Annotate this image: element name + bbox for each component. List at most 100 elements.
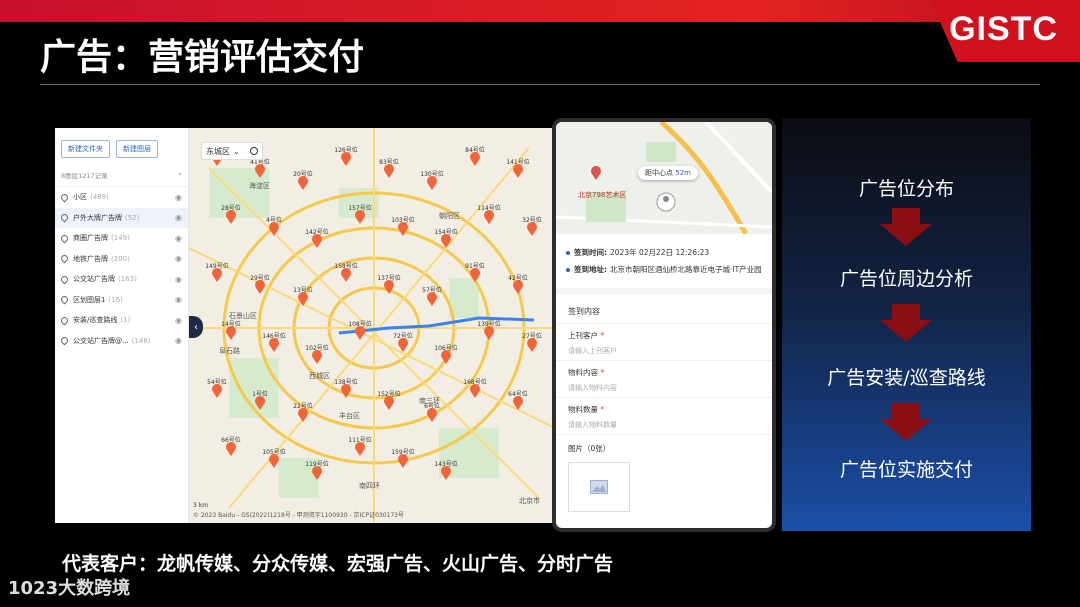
- watermark: 1023大数跨境: [8, 578, 131, 599]
- map-marker[interactable]: 130号位: [420, 170, 444, 190]
- map-marker[interactable]: 54号位: [207, 378, 227, 398]
- marker-pin-icon: [341, 152, 351, 166]
- map-marker[interactable]: 27号位: [522, 332, 542, 352]
- layer-count: (149): [111, 234, 130, 243]
- field-label: 上刊客户 *: [568, 331, 605, 340]
- field-label: 物料数量 *: [568, 405, 605, 414]
- phone-screen: 距中心点 52m 北京798艺术区 签到时间: 2023年 02月22日 12:…: [556, 122, 772, 528]
- map-marker[interactable]: 42号位: [508, 274, 528, 294]
- marker-pin-icon: [427, 176, 437, 190]
- district-label: 石景山区: [229, 311, 257, 320]
- map-marker[interactable]: 126号位: [334, 146, 358, 166]
- eye-icon[interactable]: ◉: [175, 213, 182, 222]
- flow-step-1: 广告位分布: [858, 178, 954, 200]
- top-banner: [0, 0, 1080, 22]
- brand-logo: GISTC: [949, 10, 1058, 48]
- marker-pin-icon: [427, 292, 437, 306]
- marker-pin-icon: [312, 234, 322, 248]
- map-marker[interactable]: 152号位: [377, 390, 401, 410]
- map-marker[interactable]: 139号位: [477, 320, 501, 340]
- map-marker[interactable]: 66号位: [221, 436, 241, 456]
- map-marker[interactable]: 57号位: [422, 286, 442, 306]
- phone-frame: 距中心点 52m 北京798艺术区 签到时间: 2023年 02月22日 12:…: [552, 118, 776, 532]
- checkin-address-row: 签到地址: 北京市朝阳区酒仙桥北路靠近电子城·IT产业园: [566, 263, 762, 276]
- distance-label: 距中心点: [645, 169, 673, 177]
- district-select-value: 东城区: [206, 146, 230, 156]
- field-input[interactable]: 请输入上刊客户: [568, 346, 760, 356]
- marker-pin-icon: [484, 210, 494, 224]
- new-layer-button[interactable]: 新建图层: [116, 140, 158, 158]
- search-icon[interactable]: [250, 147, 258, 155]
- map-marker[interactable]: 102号位: [305, 344, 329, 364]
- flow-step-3: 广告安装/巡查路线: [827, 367, 986, 389]
- map-marker[interactable]: 114号位: [477, 204, 501, 224]
- eye-icon[interactable]: ◉: [175, 275, 182, 284]
- eye-icon[interactable]: ◉: [175, 336, 182, 345]
- map-marker[interactable]: 32号位: [522, 216, 542, 236]
- layer-label: 区划图层1: [73, 295, 106, 304]
- marker-pin-icon: [212, 268, 222, 282]
- layer-item[interactable]: 商圈广告牌 (149) ◉: [55, 228, 188, 249]
- map-marker[interactable]: 149号位: [205, 262, 229, 282]
- eye-icon[interactable]: ◉: [175, 193, 182, 202]
- map-copyright: © 2023 Baidu - GS(2022)1218号 - 甲测资字11009…: [193, 512, 404, 519]
- map-marker[interactable]: 20号位: [293, 170, 313, 190]
- map-marker[interactable]: 13号位: [293, 286, 313, 306]
- layer-item[interactable]: 公交站广告牌@... (148) ◉: [55, 331, 188, 352]
- clients-line: 代表客户：龙帆传媒、分众传媒、宏强广告、火山广告、分时广告: [62, 553, 614, 575]
- map-marker[interactable]: 158号位: [334, 262, 358, 282]
- map-marker[interactable]: 137号位: [377, 274, 401, 294]
- field-input[interactable]: 请输入物料内容: [568, 383, 760, 393]
- eye-icon[interactable]: ◉: [175, 234, 182, 243]
- marker-pin-icon: [355, 442, 365, 456]
- map-marker[interactable]: 83号位: [379, 158, 399, 178]
- distance-value: 52m: [675, 169, 691, 177]
- layer-item[interactable]: 户外大牌广告牌 (52) ◉: [55, 207, 188, 228]
- image-icon: [590, 480, 608, 494]
- marker-pin-icon: [427, 408, 437, 422]
- field-input[interactable]: 请输入物料数量: [568, 420, 760, 430]
- map-marker[interactable]: 84号位: [465, 146, 485, 166]
- map-marker[interactable]: 106号位: [434, 344, 458, 364]
- layer-count-text: 8图层1217记录: [61, 172, 108, 180]
- flow-step-2: 广告位周边分析: [839, 268, 973, 290]
- marker-pin-icon: [269, 338, 279, 352]
- map-drawing: 19号位41号位20号位126号位83号位130号位84号位141号位28号位4…: [189, 128, 555, 523]
- layer-item[interactable]: 安装/巡查路线 (1) ◉: [55, 310, 188, 331]
- new-folder-button[interactable]: 新建文件夹: [61, 140, 110, 158]
- eye-icon[interactable]: ◉: [175, 254, 182, 263]
- layer-label: 安装/巡查路线: [73, 316, 118, 325]
- marker-pin-icon: [226, 442, 236, 456]
- eye-icon[interactable]: ◉: [175, 295, 182, 304]
- form-field: 上刊客户 * 请输入上刊客户: [556, 324, 772, 361]
- layer-item[interactable]: 公交站广告牌 (163) ◉: [55, 269, 188, 290]
- checkin-info: 签到时间: 2023年 02月22日 12:26:23 签到地址: 北京市朝阳区…: [556, 234, 772, 294]
- map-marker[interactable]: 146号位: [262, 332, 286, 352]
- map-canvas[interactable]: 19号位41号位20号位126号位83号位130号位84号位141号位28号位4…: [189, 128, 555, 523]
- checkin-time-value: 2023年 02月22日 12:26:23: [610, 248, 710, 257]
- marker-pin-icon: [398, 222, 408, 236]
- eye-icon[interactable]: ◉: [175, 316, 182, 325]
- layer-item[interactable]: 区划图层1 (16) ◉: [55, 290, 188, 311]
- marker-pin-icon: [398, 454, 408, 468]
- layer-count: (163): [118, 275, 137, 284]
- map-marker[interactable]: 111号位: [348, 436, 372, 456]
- marker-pin-icon: [484, 325, 495, 340]
- down-arrow-icon: [880, 403, 932, 443]
- layer-item[interactable]: 地铁广告牌 (200) ◉: [55, 249, 188, 270]
- marker-pin-icon: [312, 349, 322, 364]
- checkin-map[interactable]: 距中心点 52m 北京798艺术区: [556, 122, 772, 234]
- layer-item[interactable]: 小区 (489) ◉: [55, 187, 188, 208]
- map-pin-icon: [59, 335, 70, 346]
- layer-count: (200): [111, 254, 130, 263]
- district-label: 朝阳区: [439, 211, 460, 220]
- marker-pin-icon: [298, 176, 308, 190]
- map-pin-icon: [59, 294, 70, 305]
- marker-pin-icon: [212, 384, 222, 398]
- district-select[interactable]: 东城区 ⌄: [201, 142, 263, 160]
- map-marker[interactable]: 141号位: [506, 158, 530, 178]
- search-icon[interactable]: ⌕: [178, 170, 182, 180]
- marker-pin-icon: [226, 210, 236, 224]
- add-picture-button[interactable]: [568, 462, 630, 512]
- form-field: 物料内容 * 请输入物料内容: [556, 361, 772, 398]
